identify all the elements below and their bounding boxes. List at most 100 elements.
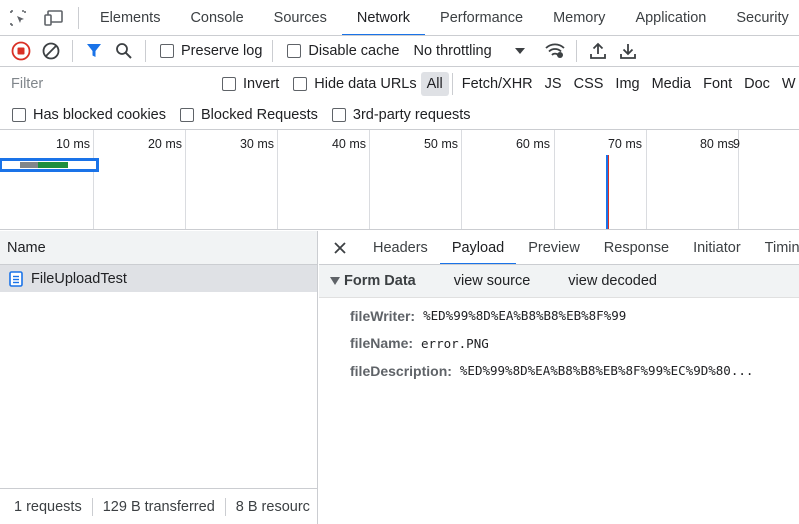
type-filter-doc[interactable]: Doc — [738, 72, 776, 96]
timeline-overview[interactable]: 10 ms 20 ms 30 ms 40 ms 50 ms 60 ms 70 m… — [0, 130, 799, 230]
separator — [145, 40, 146, 62]
grid-line — [646, 130, 647, 229]
tab-timing[interactable]: Timin — [753, 231, 799, 264]
form-field-row: fileDescription: %ED%99%8D%EA%B8%B8%EB%8… — [319, 357, 799, 385]
export-har-icon[interactable] — [613, 36, 643, 66]
request-row[interactable]: FileUploadTest — [0, 265, 317, 292]
tab-application[interactable]: Application — [620, 0, 721, 35]
separator — [451, 73, 453, 95]
field-key: fileDescription: — [350, 362, 452, 379]
separator — [272, 40, 274, 62]
section-title: Form Data — [344, 273, 416, 289]
timeline-tick: 60 ms — [515, 137, 550, 151]
filter-input[interactable]: Filter — [4, 71, 206, 97]
form-field-row: fileWriter: %ED%99%8D%EA%B8%B8%EB%8F%99 — [319, 302, 799, 330]
checkbox-box[interactable] — [222, 77, 236, 91]
timeline-tick: 70 ms — [607, 137, 642, 151]
checkbox-box[interactable] — [160, 44, 174, 58]
type-filter-css[interactable]: CSS — [568, 72, 610, 96]
invert-label: Invert — [243, 76, 280, 92]
resources-size: 8 B resourc — [235, 498, 310, 515]
type-filter-font[interactable]: Font — [697, 72, 738, 96]
view-source-link[interactable]: view source — [454, 273, 531, 289]
grid-line — [185, 130, 186, 229]
tab-console[interactable]: Console — [175, 0, 258, 35]
name-column-header[interactable]: Name — [0, 231, 317, 265]
timeline-tick: 20 ms — [147, 137, 182, 151]
field-key: fileName: — [350, 335, 414, 352]
close-icon[interactable] — [319, 231, 361, 264]
throttling-select[interactable]: No throttling — [413, 43, 525, 59]
checkbox-box[interactable] — [287, 44, 302, 58]
tab-network[interactable]: Network — [341, 0, 426, 35]
grid-line — [277, 130, 278, 229]
filter-bar-secondary: Has blocked cookies Blocked Requests 3rd… — [0, 100, 799, 130]
field-value: %ED%99%8D%EA%B8%B8%EB%8F%99%EC%9D%80... — [459, 363, 754, 379]
filter-bar: Filter Invert Hide data URLs All Fetch/X… — [0, 68, 799, 100]
tab-elements[interactable]: Elements — [85, 0, 175, 35]
checkbox-box[interactable] — [12, 107, 26, 122]
type-filter-fetch-xhr[interactable]: Fetch/XHR — [456, 72, 539, 96]
device-toolbar-icon[interactable] — [36, 0, 72, 35]
third-party-checkbox[interactable]: 3rd-party requests — [331, 106, 471, 123]
chevron-down-icon — [514, 48, 525, 54]
grid-line — [93, 130, 94, 229]
request-detail-pane: Headers Payload Preview Response Initiat… — [319, 231, 799, 524]
disable-cache-label: Disable cache — [308, 43, 400, 59]
tab-preview[interactable]: Preview — [516, 231, 592, 264]
type-filter-all[interactable]: All — [420, 72, 449, 96]
checkbox-box[interactable] — [331, 107, 346, 122]
tab-payload[interactable]: Payload — [439, 231, 517, 264]
separator — [224, 497, 226, 516]
clear-icon[interactable] — [36, 36, 66, 66]
stop-recording-icon[interactable] — [6, 36, 36, 66]
filter-icon[interactable] — [79, 36, 109, 66]
third-party-label: 3rd-party requests — [352, 106, 471, 123]
timeline-tick: 50 ms — [423, 137, 458, 151]
checkbox-box[interactable] — [180, 107, 194, 122]
triangle-down-icon — [330, 277, 340, 285]
type-filter-js[interactable]: JS — [539, 72, 568, 96]
blocked-cookies-label: Has blocked cookies — [33, 106, 166, 123]
separator — [575, 40, 577, 62]
type-filter-img[interactable]: Img — [609, 72, 645, 96]
type-filter-media[interactable]: Media — [646, 72, 698, 96]
form-field-row: fileName: error.PNG — [319, 330, 799, 358]
blocked-cookies-checkbox[interactable]: Has blocked cookies — [12, 107, 166, 123]
preserve-log-checkbox[interactable]: Preserve log — [160, 43, 262, 59]
view-decoded-link[interactable]: view decoded — [568, 273, 657, 289]
tab-headers[interactable]: Headers — [361, 231, 440, 264]
blocked-requests-checkbox[interactable]: Blocked Requests — [180, 107, 318, 123]
type-filter-ws[interactable]: W — [776, 72, 799, 96]
tab-sources[interactable]: Sources — [259, 0, 342, 35]
tab-initiator[interactable]: Initiator — [681, 231, 753, 264]
separator — [72, 40, 73, 62]
waiting-segment — [20, 162, 38, 168]
form-data-section-header[interactable]: Form Data view source view decoded — [319, 265, 799, 298]
network-conditions-icon[interactable] — [540, 36, 570, 66]
search-icon[interactable] — [109, 36, 139, 66]
separator — [91, 497, 93, 516]
detail-tab-bar: Headers Payload Preview Response Initiat… — [319, 231, 799, 265]
inspect-element-icon[interactable] — [0, 0, 36, 35]
hide-data-urls-checkbox[interactable]: Hide data URLs — [293, 76, 417, 92]
disable-cache-checkbox[interactable]: Disable cache — [287, 43, 399, 59]
devtools-tab-bar: Elements Console Sources Network Perform… — [0, 0, 799, 36]
field-key: fileWriter: — [350, 307, 416, 324]
import-har-icon[interactable] — [583, 36, 613, 66]
tab-memory[interactable]: Memory — [538, 0, 620, 35]
checkbox-box[interactable] — [293, 77, 308, 91]
grid-line — [369, 130, 370, 229]
status-bar: 1 requests 129 B transferred 8 B resourc — [0, 488, 318, 524]
request-list-pane: Name FileUploadTest 1 requests 129 B tra… — [0, 231, 318, 524]
invert-checkbox[interactable]: Invert — [222, 76, 279, 92]
transferred-size: 129 B transferred — [102, 498, 215, 515]
tab-response[interactable]: Response — [592, 231, 681, 264]
download-segment — [38, 162, 68, 168]
hide-data-urls-label: Hide data URLs — [314, 76, 417, 92]
tab-security[interactable]: Security — [721, 0, 799, 35]
tab-performance[interactable]: Performance — [425, 0, 538, 35]
field-value: %ED%99%8D%EA%B8%B8%EB%8F%99 — [423, 308, 627, 324]
request-count: 1 requests — [14, 498, 82, 515]
grid-line — [554, 130, 555, 229]
